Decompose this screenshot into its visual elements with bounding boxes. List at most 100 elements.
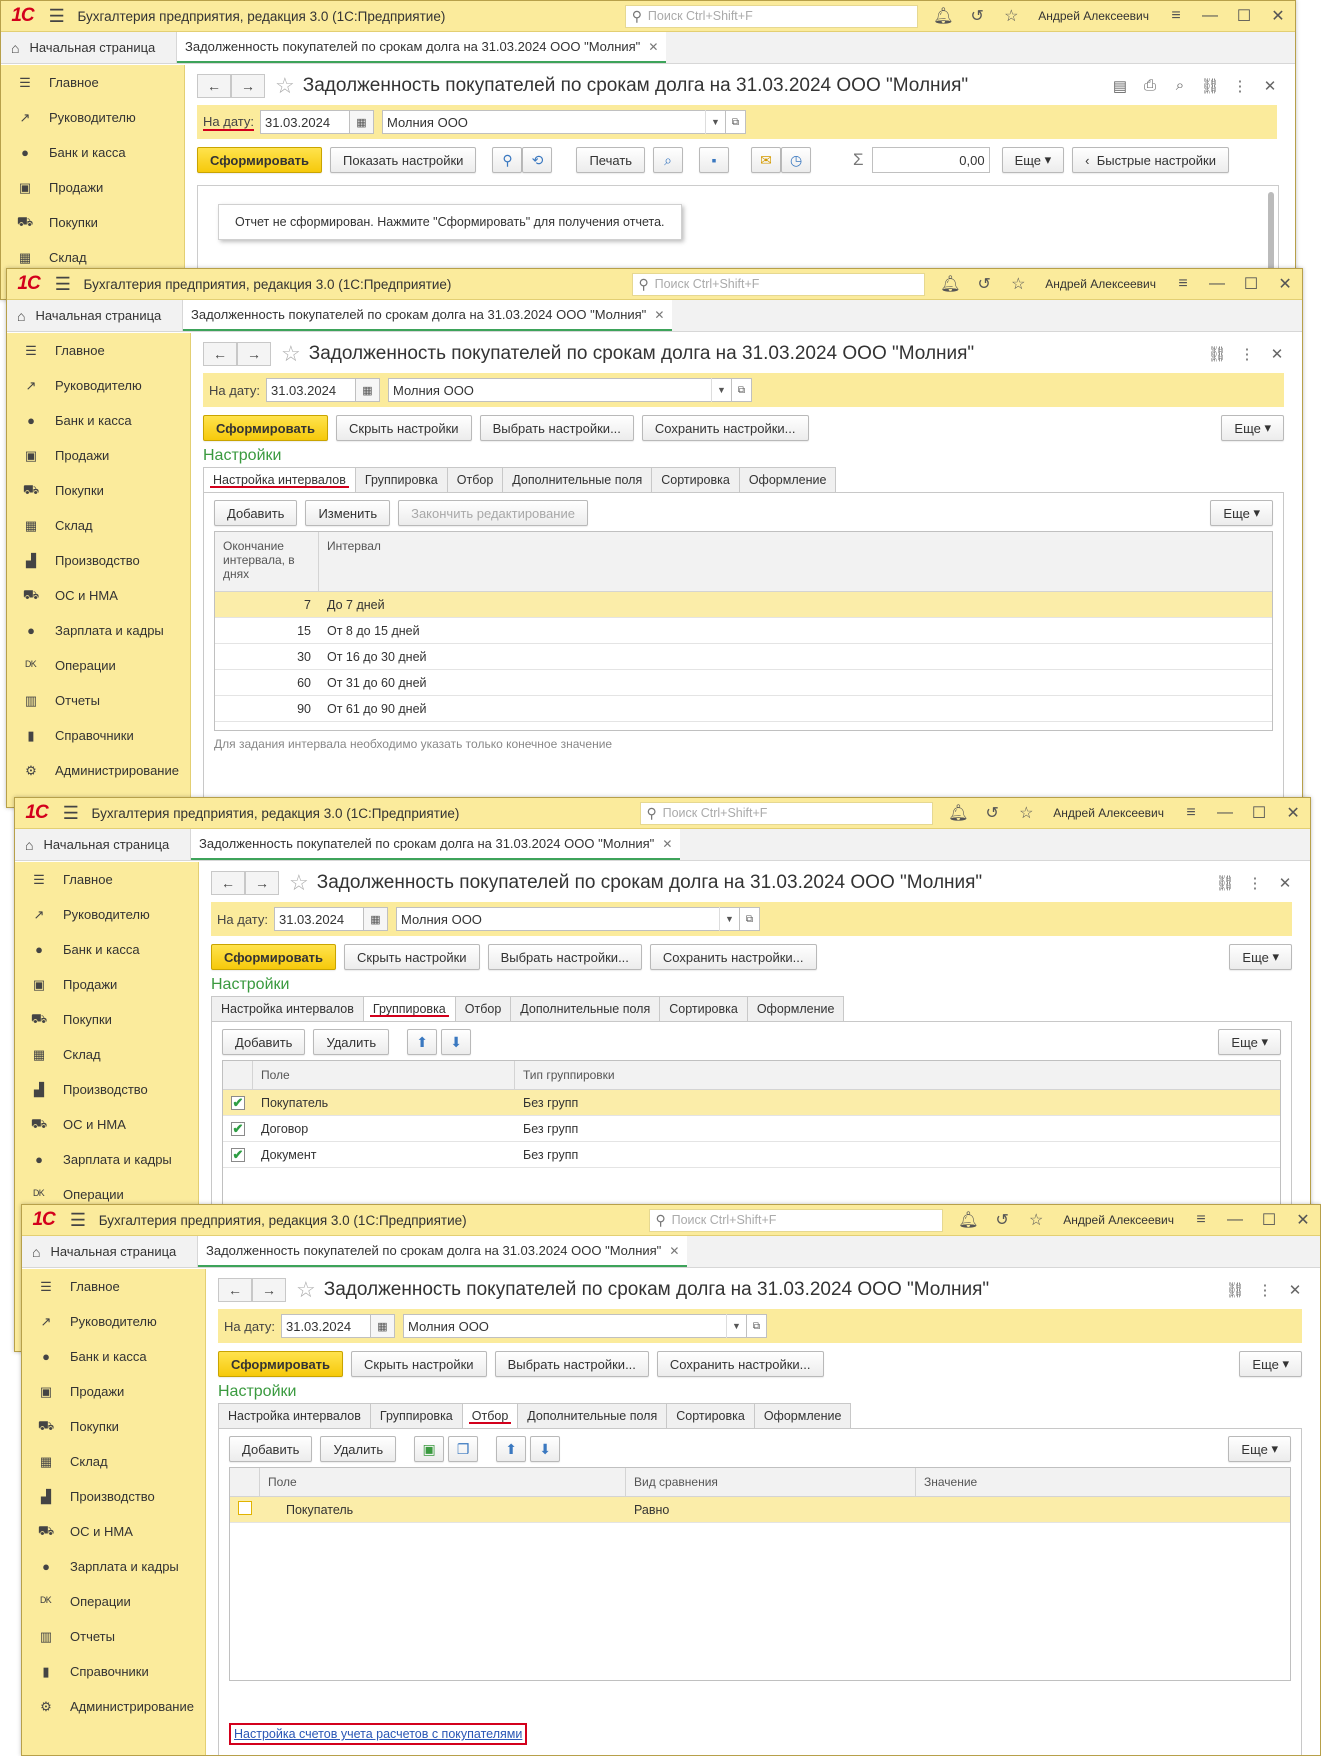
history-icon[interactable]: ↺: [985, 1205, 1019, 1236]
minimize-icon[interactable]: —: [1208, 798, 1242, 829]
organization-field[interactable]: Молния ООО ▼: [395, 907, 740, 931]
sidebar-item-assets[interactable]: ⛟ ОС и НМА: [15, 1107, 198, 1142]
close-icon[interactable]: ✕: [1268, 269, 1302, 300]
more-button[interactable]: Еще ▾: [1221, 415, 1284, 441]
organization-field[interactable]: Молния ООО ▼: [381, 110, 726, 134]
preview-icon[interactable]: ⌕: [653, 147, 684, 173]
hide-settings-button[interactable]: Скрыть настройки: [351, 1351, 487, 1377]
table-row[interactable]: 60 От 31 до 60 дней: [215, 670, 1272, 696]
search-input[interactable]: ⚲ Поиск Ctrl+Shift+F: [624, 4, 919, 28]
tab-sorting[interactable]: Сортировка: [667, 1403, 755, 1429]
minimize-icon[interactable]: —: [1218, 1205, 1252, 1236]
bell-icon[interactable]: 🔔︎: [941, 798, 975, 829]
calendar-icon[interactable]: ▦: [363, 907, 388, 931]
sidebar-item-purchases[interactable]: ⛟ Покупки: [15, 1002, 198, 1037]
add-button[interactable]: Добавить: [222, 1029, 306, 1055]
maximize-icon[interactable]: ☐: [1227, 1, 1261, 32]
show-settings-button[interactable]: Показать настройки: [330, 147, 477, 173]
sidebar-item-sales[interactable]: ▣ Продажи: [22, 1374, 205, 1409]
tab-sorting[interactable]: Сортировка: [660, 996, 748, 1022]
back-button[interactable]: ←: [197, 74, 231, 98]
menu-icon[interactable]: ☰: [44, 1, 69, 32]
print-icon[interactable]: ⎙: [1135, 77, 1165, 95]
date-field[interactable]: 31.03.2024: [265, 378, 356, 402]
back-button[interactable]: ←: [211, 871, 245, 895]
dropdown-icon[interactable]: ▼: [710, 378, 731, 402]
date-field[interactable]: 31.03.2024: [259, 110, 350, 134]
tab-intervals[interactable]: Настройка интервалов: [211, 996, 364, 1022]
organization-field[interactable]: Молния ООО ▼: [402, 1314, 747, 1338]
tab-extra-fields[interactable]: Дополнительные поля: [503, 467, 653, 493]
link-icon[interactable]: ⛓: [1220, 1281, 1250, 1299]
search-advanced-icon[interactable]: ⟲: [522, 147, 553, 173]
tab-grouping[interactable]: Группировка: [363, 996, 456, 1022]
checkbox[interactable]: ✔: [231, 1121, 245, 1136]
save-icon[interactable]: ▤: [1105, 77, 1135, 95]
sidebar-item-admin[interactable]: ⚙ Администрирование: [7, 753, 190, 788]
table-row[interactable]: ✔ Документ Без групп: [223, 1142, 1280, 1168]
sidebar-item-reports[interactable]: ▥ Отчеты: [7, 683, 190, 718]
sidebar-item-salary[interactable]: ● Зарплата и кадры: [15, 1142, 198, 1177]
maximize-icon[interactable]: ☐: [1242, 798, 1276, 829]
move-up-icon[interactable]: ⬆: [407, 1029, 438, 1055]
more-vertical-icon[interactable]: ⋮: [1225, 77, 1255, 95]
hide-settings-button[interactable]: Скрыть настройки: [344, 944, 480, 970]
sidebar-item-purchases[interactable]: ⛟ Покупки: [22, 1409, 205, 1444]
generate-button[interactable]: Сформировать: [203, 415, 329, 441]
save-disk-icon[interactable]: ▪: [699, 147, 730, 173]
search-input[interactable]: ⚲ Поиск Ctrl+Shift+F: [639, 801, 934, 825]
more-button[interactable]: Еще ▾: [1210, 500, 1273, 526]
sidebar-item-assets[interactable]: ⛟ ОС и НМА: [7, 578, 190, 613]
calendar-icon[interactable]: ▦: [349, 110, 374, 134]
bell-icon[interactable]: 🔔︎: [933, 269, 967, 300]
hide-settings-button[interactable]: Скрыть настройки: [336, 415, 472, 441]
favorite-star-icon[interactable]: ☆: [289, 870, 309, 896]
open-icon[interactable]: ⧉: [739, 907, 760, 931]
close-tab-icon[interactable]: ✕: [669, 1244, 679, 1258]
link-icon[interactable]: ⛓: [1195, 77, 1225, 95]
uncheck-all-icon[interactable]: ❐: [448, 1436, 479, 1462]
favorites-star-icon[interactable]: ☆: [1001, 269, 1035, 300]
sidebar-item-directories[interactable]: ▮ Справочники: [7, 718, 190, 753]
checkbox[interactable]: [238, 1501, 252, 1515]
table-row[interactable]: 15 От 8 до 15 дней: [215, 618, 1272, 644]
user-name[interactable]: Андрей Алексеевич: [1038, 9, 1149, 23]
sidebar-item-director[interactable]: ↗ Руководителю: [7, 368, 190, 403]
sidebar-item-bank[interactable]: ● Банк и касса: [15, 932, 198, 967]
sidebar-item-bank[interactable]: ● Банк и касса: [22, 1339, 205, 1374]
sidebar-item-sales[interactable]: ▣ Продажи: [15, 967, 198, 1002]
doc-tab[interactable]: Задолженность покупателей по срокам долг…: [198, 1236, 688, 1267]
settings-menu-icon[interactable]: ≡: [1174, 798, 1208, 829]
doc-tab[interactable]: Задолженность покупателей по срокам долг…: [183, 300, 673, 331]
sidebar-item-main[interactable]: ☰ Главное: [7, 333, 190, 368]
tab-sorting[interactable]: Сортировка: [652, 467, 740, 493]
checkbox[interactable]: ✔: [231, 1095, 245, 1110]
home-tab[interactable]: ⌂ Начальная страница: [1, 32, 177, 63]
close-form-icon[interactable]: ✕: [1255, 77, 1285, 95]
tab-grouping[interactable]: Группировка: [355, 467, 448, 493]
tab-intervals[interactable]: Настройка интервалов: [218, 1403, 371, 1429]
search-input[interactable]: ⚲ Поиск Ctrl+Shift+F: [648, 1208, 944, 1232]
favorites-star-icon[interactable]: ☆: [1009, 798, 1043, 829]
sidebar-item-production[interactable]: ▟ Производство: [7, 543, 190, 578]
favorites-star-icon[interactable]: ☆: [994, 1, 1028, 32]
tab-filter[interactable]: Отбор: [462, 1403, 519, 1429]
close-tab-icon[interactable]: ✕: [648, 40, 658, 54]
add-button[interactable]: Добавить: [229, 1436, 313, 1462]
mail-icon[interactable]: ✉: [751, 147, 782, 173]
save-settings-button[interactable]: Сохранить настройки...: [656, 1351, 824, 1377]
column-header-type[interactable]: Тип группировки: [515, 1061, 1280, 1089]
sidebar-item-salary[interactable]: ● Зарплата и кадры: [22, 1549, 205, 1584]
choose-settings-button[interactable]: Выбрать настройки...: [487, 944, 642, 970]
sidebar-item-purchases[interactable]: ⛟ Покупки: [1, 205, 184, 240]
doc-tab[interactable]: Задолженность покупателей по срокам долг…: [191, 829, 681, 860]
maximize-icon[interactable]: ☐: [1234, 269, 1268, 300]
maximize-icon[interactable]: ☐: [1252, 1205, 1286, 1236]
bell-icon[interactable]: 🔔︎: [926, 1, 960, 32]
menu-icon[interactable]: ☰: [58, 798, 83, 829]
search-input[interactable]: ⚲ Поиск Ctrl+Shift+F: [631, 272, 926, 296]
sidebar-item-production[interactable]: ▟ Производство: [22, 1479, 205, 1514]
favorite-star-icon[interactable]: ☆: [296, 1277, 316, 1303]
close-tab-icon[interactable]: ✕: [654, 308, 664, 322]
history-icon[interactable]: ↺: [960, 1, 994, 32]
